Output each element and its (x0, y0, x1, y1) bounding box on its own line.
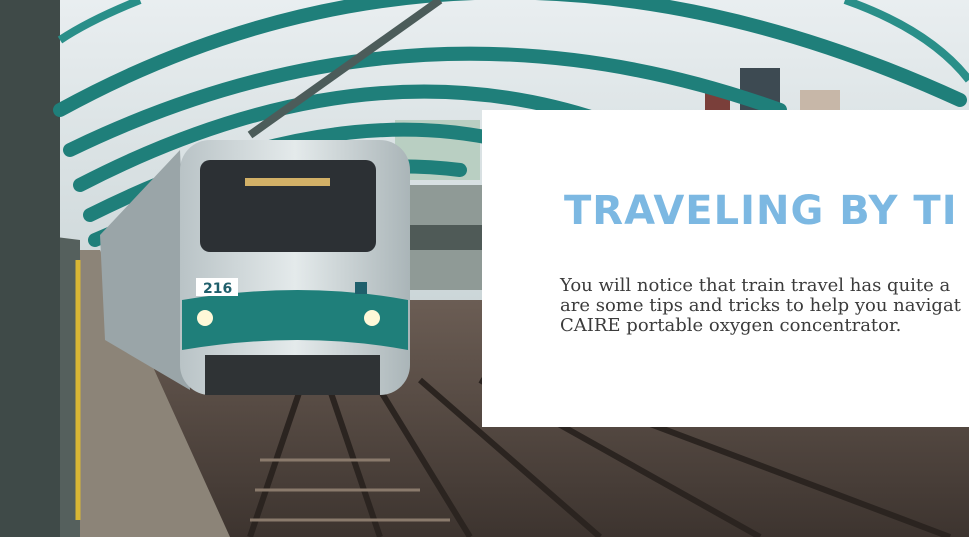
card-description: You will notice that train travel has qu… (560, 276, 969, 336)
card-title: TRAVELING BY TI (564, 188, 958, 234)
card-description-line: You will notice that train travel has qu… (560, 275, 951, 296)
card-description-line: CAIRE portable oxygen concentrator. (560, 315, 902, 336)
train-number-label: 216 (203, 281, 232, 297)
card-description-line: are some tips and tricks to help you nav… (560, 295, 961, 316)
info-card: TRAVELING BY TI You will notice that tra… (482, 110, 969, 427)
